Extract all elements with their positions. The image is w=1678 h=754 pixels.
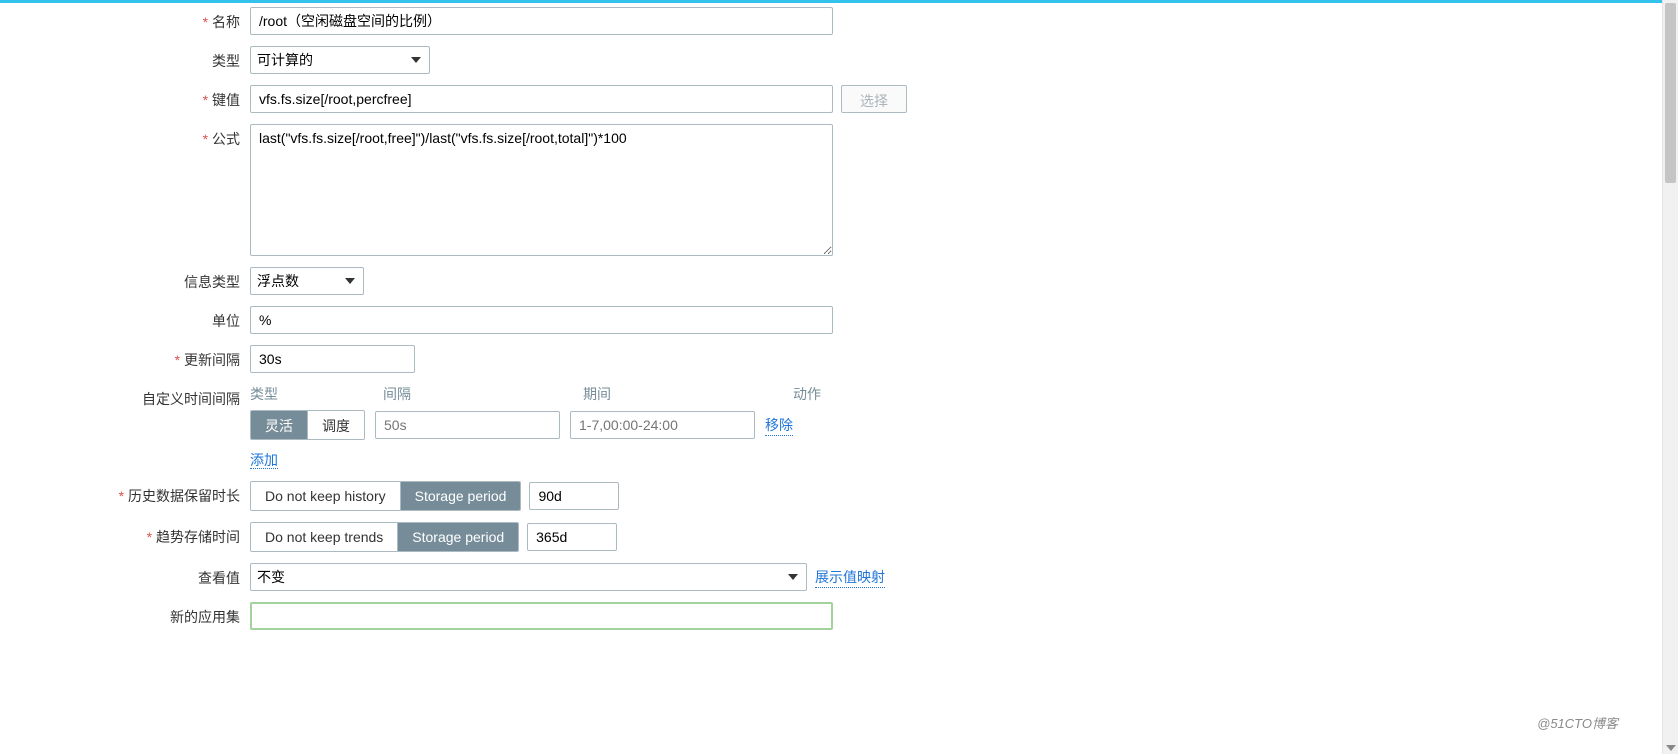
- custom-intervals-header: 类型 间隔 期间 动作: [250, 384, 833, 404]
- formula-label: 公式: [0, 124, 250, 149]
- custom-intervals-label: 自定义时间间隔: [0, 384, 250, 409]
- trends-nokeep-button[interactable]: Do not keep trends: [251, 523, 397, 551]
- new-appset-input[interactable]: [250, 602, 833, 630]
- trends-storage-button[interactable]: Storage period: [397, 523, 518, 551]
- scrollbar-thumb[interactable]: [1665, 3, 1676, 183]
- history-value-input[interactable]: [529, 482, 619, 510]
- formula-textarea[interactable]: [250, 124, 833, 256]
- custom-intervals-row: 灵活 调度 移除: [250, 410, 833, 440]
- view-value-select[interactable]: 不变: [250, 563, 807, 591]
- ci-head-period: 期间: [583, 384, 793, 404]
- ci-head-interval: 间隔: [383, 384, 583, 404]
- key-input[interactable]: [250, 85, 833, 113]
- scrollbar-track[interactable]: [1662, 0, 1678, 754]
- update-interval-input[interactable]: [250, 345, 415, 373]
- update-interval-label: 更新间隔: [0, 345, 250, 370]
- ci-type-flexible-button[interactable]: 灵活: [251, 411, 307, 439]
- trends-value-input[interactable]: [527, 523, 617, 551]
- name-label: 名称: [0, 7, 250, 32]
- ci-head-action: 动作: [793, 384, 821, 404]
- type-select[interactable]: 可计算的: [250, 46, 430, 74]
- ci-interval-input[interactable]: [375, 411, 560, 439]
- type-label: 类型: [0, 46, 250, 71]
- ci-head-type: 类型: [250, 384, 383, 404]
- history-storage-button[interactable]: Storage period: [400, 482, 521, 510]
- ci-type-toggle: 灵活 调度: [250, 410, 365, 440]
- trends-toggle: Do not keep trends Storage period: [250, 522, 519, 552]
- info-type-select[interactable]: 浮点数: [250, 267, 364, 295]
- info-type-label: 信息类型: [0, 267, 250, 292]
- watermark-text: @51CTO博客: [1537, 713, 1618, 732]
- item-config-form: 名称 类型 可计算的 键值 选择 公式 信息类型 浮点数: [0, 3, 1678, 671]
- history-toggle: Do not keep history Storage period: [250, 481, 521, 511]
- custom-intervals-block: 类型 间隔 期间 动作 灵活 调度 移除 添加: [250, 384, 833, 470]
- history-label: 历史数据保留时长: [0, 481, 250, 506]
- ci-remove-link[interactable]: 移除: [765, 415, 793, 436]
- trends-label: 趋势存储时间: [0, 522, 250, 547]
- key-label: 键值: [0, 85, 250, 110]
- ci-type-scheduling-button[interactable]: 调度: [307, 411, 364, 439]
- new-appset-label: 新的应用集: [0, 602, 250, 627]
- unit-label: 单位: [0, 306, 250, 331]
- show-value-map-link[interactable]: 展示值映射: [815, 567, 885, 588]
- scrollbar-down-button[interactable]: [1663, 738, 1678, 754]
- history-nokeep-button[interactable]: Do not keep history: [251, 482, 400, 510]
- unit-input[interactable]: [250, 306, 833, 334]
- view-value-label: 查看值: [0, 563, 250, 588]
- ci-period-input[interactable]: [570, 411, 755, 439]
- name-input[interactable]: [250, 7, 833, 35]
- chevron-down-icon: [1666, 738, 1676, 754]
- ci-add-link[interactable]: 添加: [250, 452, 278, 469]
- key-select-button: 选择: [841, 85, 907, 113]
